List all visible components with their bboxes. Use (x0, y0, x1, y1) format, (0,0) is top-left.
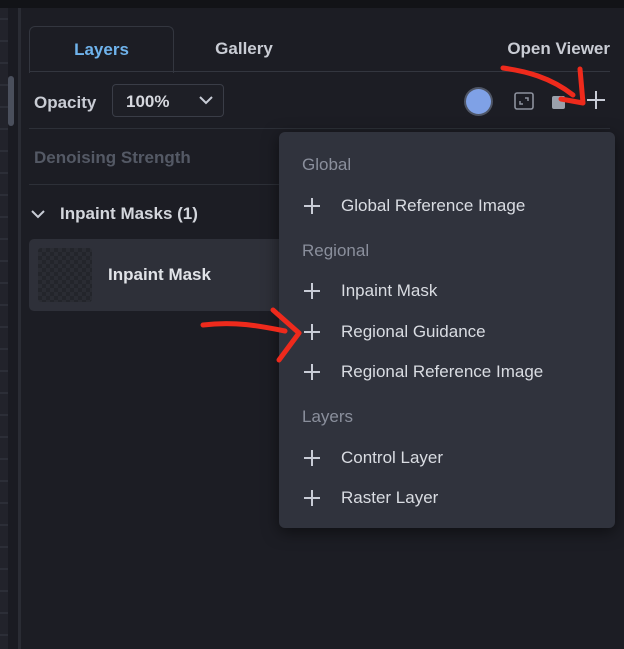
menu-item-label: Regional Reference Image (341, 362, 544, 381)
strip-mark (0, 524, 8, 526)
top-bar (0, 0, 624, 8)
add-layer-menu: Global Global Reference Image Regional I… (279, 132, 615, 528)
toolbar-divider (29, 128, 610, 129)
strip-mark (0, 172, 8, 174)
opacity-select[interactable]: 100% (112, 84, 224, 117)
menu-heading-layers: Layers (302, 407, 354, 426)
menu-item-label: Global Reference Image (341, 196, 526, 215)
strip-mark (0, 282, 8, 284)
menu-item-label: Inpaint Mask (341, 281, 438, 300)
fit-to-bbox-icon[interactable] (514, 92, 534, 110)
strip-mark (0, 84, 8, 86)
strip-mark (0, 458, 8, 460)
open-viewer-button[interactable]: Open Viewer (507, 26, 610, 72)
scrollbar-thumb[interactable] (8, 76, 14, 126)
group-title: Inpaint Masks (1) (60, 204, 198, 223)
plus-icon (304, 450, 320, 466)
plus-icon (304, 198, 320, 214)
chevron-down-icon (31, 210, 45, 219)
layer-thumbnail (38, 248, 92, 302)
strip-mark (0, 260, 8, 262)
strip-mark (0, 414, 8, 416)
menu-item-label: Regional Guidance (341, 322, 486, 341)
plus-icon (304, 490, 320, 506)
strip-mark (0, 304, 8, 306)
layers-panel: Layers Gallery Open Viewer Opacity 100% … (21, 8, 624, 649)
menu-item-global-reference-image[interactable]: Global Reference Image (279, 188, 615, 224)
strip-mark (0, 216, 8, 218)
menu-item-raster-layer[interactable]: Raster Layer (279, 480, 615, 516)
strip-mark (0, 392, 8, 394)
strip-mark (0, 546, 8, 548)
square-icon[interactable] (552, 96, 565, 109)
menu-item-inpaint-mask[interactable]: Inpaint Mask (279, 273, 615, 309)
layer-name: Inpaint Mask (108, 265, 211, 284)
strip-mark (0, 106, 8, 108)
menu-item-label: Control Layer (341, 448, 444, 467)
color-swatch[interactable] (466, 89, 491, 114)
opacity-label: Opacity (34, 93, 97, 112)
menu-heading-regional: Regional (302, 241, 370, 260)
opacity-value: 100% (126, 92, 170, 111)
chevron-down-icon (199, 96, 213, 105)
strip-mark (0, 436, 8, 438)
inpaint-masks-group-header[interactable]: Inpaint Masks (1) (31, 202, 198, 226)
menu-item-regional-reference-image[interactable]: Regional Reference Image (279, 354, 615, 390)
add-layer-plus-icon[interactable] (585, 89, 607, 111)
left-scroll-column (8, 8, 18, 649)
strip-mark (0, 612, 8, 614)
strip-mark (0, 348, 8, 350)
plus-icon (304, 364, 320, 380)
left-strip (0, 8, 8, 649)
strip-mark (0, 568, 8, 570)
strip-mark (0, 128, 8, 130)
strip-mark (0, 18, 8, 20)
strip-mark (0, 194, 8, 196)
strip-mark (0, 62, 8, 64)
strip-mark (0, 480, 8, 482)
menu-item-control-layer[interactable]: Control Layer (279, 440, 615, 476)
menu-item-label: Raster Layer (341, 488, 439, 507)
strip-mark (0, 326, 8, 328)
strip-mark (0, 590, 8, 592)
strip-mark (0, 40, 8, 42)
strip-mark (0, 634, 8, 636)
plus-icon (304, 324, 320, 340)
strip-mark (0, 150, 8, 152)
menu-item-regional-guidance[interactable]: Regional Guidance (279, 314, 615, 350)
tab-bar: Layers Gallery Open Viewer (21, 8, 624, 73)
denoising-strength-label: Denoising Strength (34, 148, 191, 167)
tab-gallery[interactable]: Gallery (189, 26, 299, 72)
tab-layers[interactable]: Layers (29, 26, 174, 73)
strip-mark (0, 370, 8, 372)
layer-toolbar: Opacity 100% (21, 72, 624, 128)
strip-mark (0, 238, 8, 240)
menu-heading-global: Global (302, 155, 352, 174)
strip-mark (0, 502, 8, 504)
plus-icon (304, 283, 320, 299)
